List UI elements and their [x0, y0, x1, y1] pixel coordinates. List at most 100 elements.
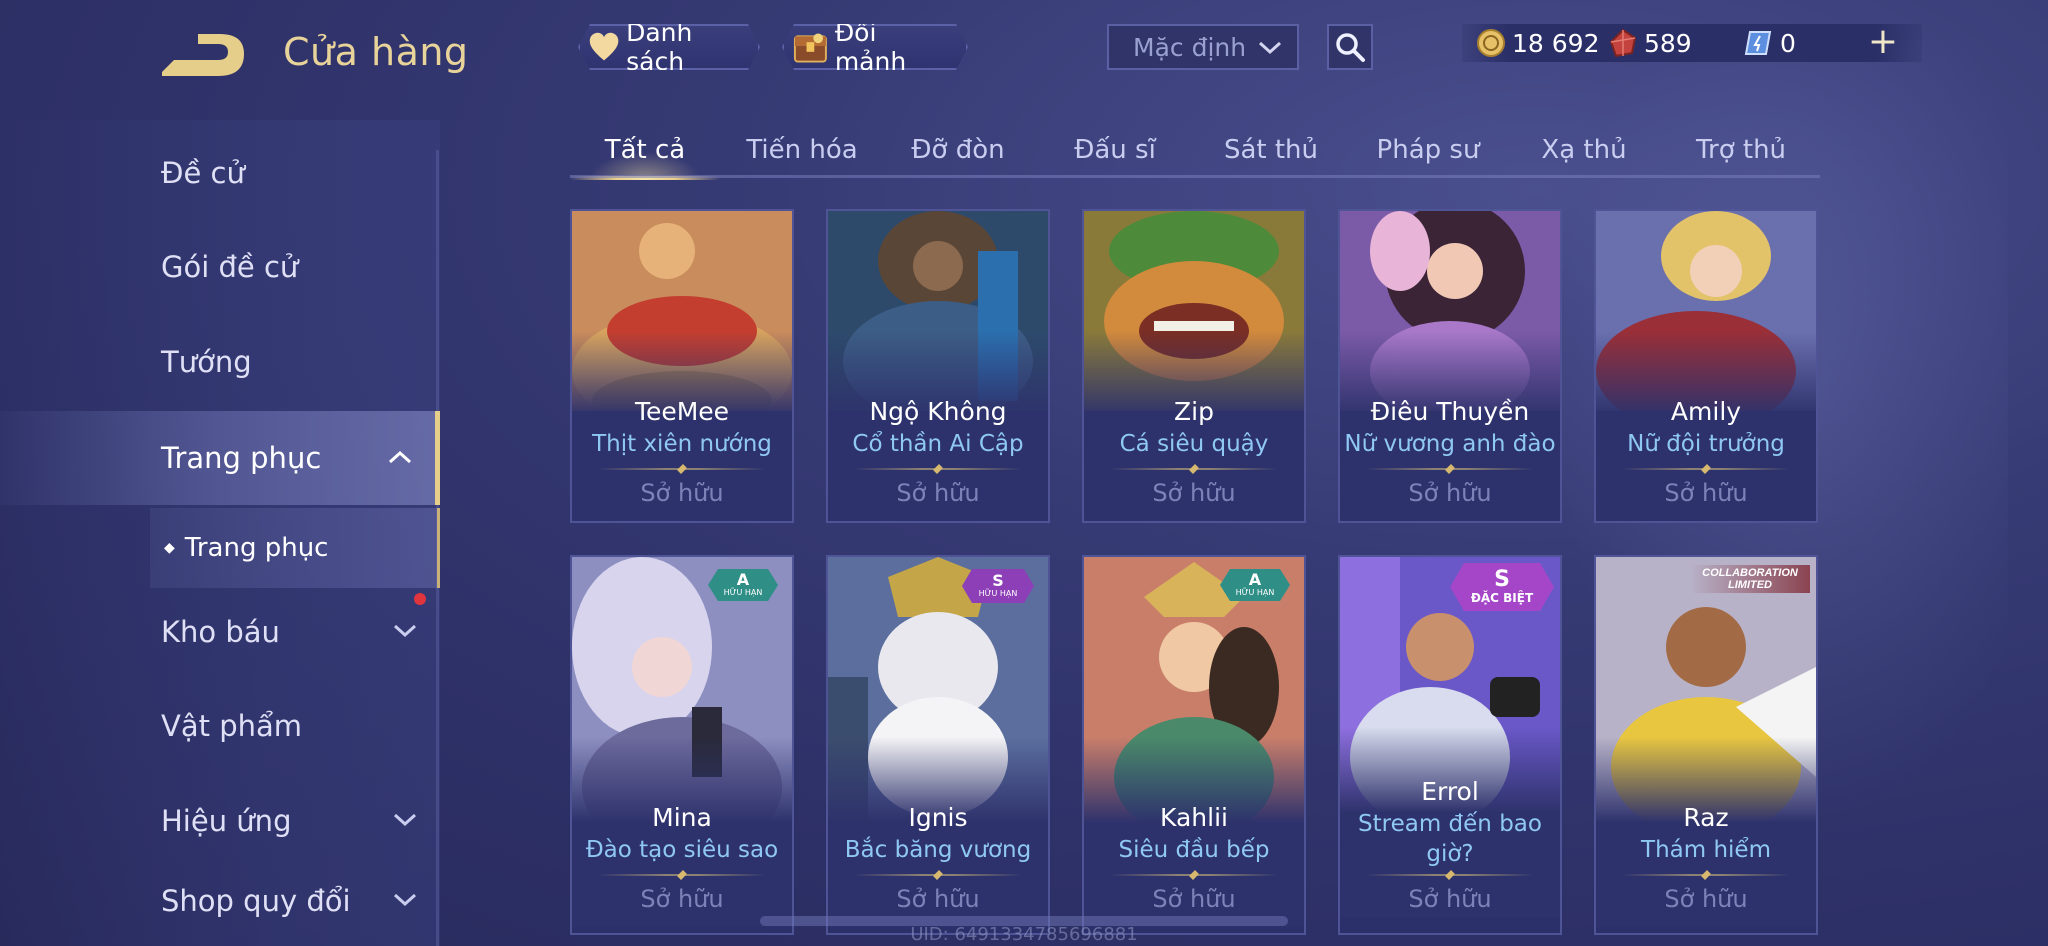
skin-card[interactable]: S HỮU HẠN Ignis Bắc băng vương Sở hữu: [826, 555, 1050, 935]
chevron-down-icon: [393, 624, 417, 638]
ruby-amount: 589: [1644, 28, 1692, 58]
card-separator: [854, 870, 1022, 880]
diamond-bullet-icon: ◆: [164, 540, 175, 556]
sidebar-item-label: Đề cử: [161, 156, 245, 190]
sidebar-item-label: Gói đề cử: [161, 250, 299, 284]
search-button[interactable]: [1327, 24, 1373, 70]
gold-amount: 18 692: [1512, 28, 1600, 58]
notification-dot: [414, 593, 426, 605]
skin-card[interactable]: A HỮU HẠN Kahlii Siêu đầu bếp Sở hữu: [1082, 555, 1306, 935]
owned-label: Sở hữu: [1152, 479, 1236, 507]
hero-name: TeeMee: [634, 397, 730, 426]
sidebar-item-featured[interactable]: Đề cử: [0, 128, 440, 218]
tab-evolution[interactable]: Tiến hóa: [727, 124, 877, 176]
skin-card[interactable]: COLLABORATION LIMITED Raz Thám hiểm Sở h…: [1594, 555, 1818, 935]
tab-mage[interactable]: Pháp sư: [1353, 124, 1503, 176]
sidebar-item-skins[interactable]: Trang phục: [0, 411, 440, 505]
sidebar-item-treasure[interactable]: Kho báu: [0, 587, 440, 677]
owned-label: Sở hữu: [1408, 479, 1492, 507]
tab-support[interactable]: Trợ thủ: [1666, 124, 1816, 176]
page-title: Cửa hàng: [283, 30, 469, 74]
tab-label: Xạ thủ: [1541, 135, 1627, 165]
skin-card[interactable]: A HỮU HẠN Mina Đào tạo siêu sao Sở hữu: [570, 555, 794, 935]
search-icon: [1336, 33, 1365, 62]
collaboration-badge: COLLABORATION LIMITED: [1690, 565, 1810, 593]
chest-icon: [792, 28, 829, 66]
skin-card[interactable]: Amily Nữ đội trưởng Sở hữu: [1594, 209, 1818, 523]
add-currency-button[interactable]: +: [1868, 24, 1898, 60]
card-separator: [598, 870, 766, 880]
list-button-label: Danh sách: [626, 18, 693, 76]
sidebar-item-featured-packs[interactable]: Gói đề cử: [0, 222, 440, 312]
skin-card[interactable]: Ngộ Không Cổ thần Ai Cập Sở hữu: [826, 209, 1050, 523]
owned-label: Sở hữu: [896, 479, 980, 507]
badge-letter: A: [1248, 570, 1262, 589]
rarity-badge: S HỮU HẠN: [962, 569, 1034, 603]
badge-line: LIMITED: [1728, 579, 1772, 591]
card-separator: [1622, 464, 1790, 474]
plus-icon: +: [1867, 21, 1898, 62]
skin-name: Thám hiểm: [1641, 837, 1771, 863]
owned-label: Sở hữu: [1664, 885, 1748, 913]
card-separator: [1366, 870, 1534, 880]
back-button[interactable]: [158, 30, 250, 80]
voucher-amount: 0: [1780, 28, 1796, 58]
skin-card[interactable]: Điêu Thuyền Nữ vương anh đào Sở hữu: [1338, 209, 1562, 523]
tab-tank[interactable]: Đỡ đòn: [883, 124, 1033, 176]
skin-card[interactable]: Zip Cá siêu quậy Sở hữu: [1082, 209, 1306, 523]
sort-dropdown-value: Mặc định: [1133, 32, 1247, 62]
skin-name: Stream đến bao giờ?: [1358, 811, 1542, 867]
gold-coin-icon: [1477, 29, 1505, 57]
sidebar-item-heroes[interactable]: Tướng: [0, 317, 440, 407]
list-button[interactable]: Danh sách: [578, 24, 760, 70]
card-separator: [1110, 464, 1278, 474]
tab-all[interactable]: Tất cả: [570, 124, 720, 180]
tab-label: Pháp sư: [1376, 135, 1480, 165]
card-separator: [1622, 870, 1790, 880]
chevron-down-icon: [393, 893, 417, 907]
badge-sub: HỮU HẠN: [978, 589, 1018, 598]
card-separator: [854, 464, 1022, 474]
skin-card[interactable]: S ĐẶC BIỆT Errol Stream đến bao giờ? Sở …: [1338, 555, 1562, 935]
hero-name: Kahlii: [1160, 803, 1228, 832]
owned-label: Sở hữu: [640, 479, 724, 507]
card-separator: [1110, 870, 1278, 880]
sidebar-item-label: Tướng: [161, 345, 252, 379]
hero-name: Raz: [1683, 803, 1729, 832]
sidebar-subitem-label: Trang phục: [184, 533, 329, 563]
skin-name: Cổ thần Ai Cập: [852, 431, 1024, 457]
sidebar-subitem-skins[interactable]: ◆ Trang phục: [150, 508, 440, 588]
back-arrow-icon: [162, 34, 244, 76]
voucher-balance: 0: [1744, 28, 1796, 58]
hero-name: Ignis: [908, 803, 968, 832]
ruby-icon: [1609, 28, 1637, 58]
sidebar-item-effects[interactable]: Hiệu ứng: [0, 776, 440, 866]
owned-label: Sở hữu: [896, 885, 980, 913]
hero-name: Errol: [1421, 777, 1479, 806]
hero-name: Amily: [1670, 397, 1742, 426]
heart-icon: [588, 30, 620, 64]
skin-name: Đào tạo siêu sao: [585, 837, 779, 863]
sidebar-item-label: Kho báu: [161, 615, 280, 649]
tab-label: Đỡ đòn: [911, 135, 1005, 165]
gold-balance: 18 692: [1476, 28, 1599, 58]
ruby-balance: 589: [1608, 28, 1692, 58]
owned-label: Sở hữu: [1664, 479, 1748, 507]
badge-sub: HỮU HẠN: [723, 588, 763, 597]
rarity-badge: A HỮU HẠN: [708, 569, 778, 601]
sidebar-item-label: Vật phẩm: [161, 709, 303, 743]
sidebar-item-items[interactable]: Vật phẩm: [0, 681, 440, 771]
tab-label: Trợ thủ: [1695, 135, 1787, 165]
owned-label: Sở hữu: [1408, 885, 1492, 913]
tab-assassin[interactable]: Sát thủ: [1196, 124, 1346, 176]
tab-fighter[interactable]: Đấu sĩ: [1040, 124, 1190, 176]
tab-label: Sát thủ: [1223, 135, 1319, 165]
tab-marksman[interactable]: Xạ thủ: [1509, 124, 1659, 176]
badge-sub: HỮU HẠN: [1235, 588, 1275, 597]
skin-card[interactable]: TeeMee Thịt xiên nướng Sở hữu: [570, 209, 794, 523]
sort-dropdown[interactable]: Mặc định: [1107, 24, 1299, 70]
skin-name: Thịt xiên nướng: [592, 431, 772, 457]
chevron-up-icon: [388, 450, 412, 464]
shard-exchange-button[interactable]: Đổi mảnh: [782, 24, 968, 70]
hero-name: Ngộ Không: [869, 397, 1007, 426]
